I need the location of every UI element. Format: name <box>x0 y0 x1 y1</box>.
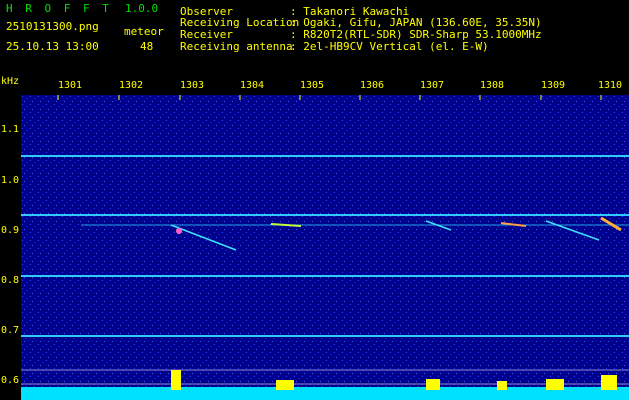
date-time: 25.10.13 13:00 <box>6 40 99 53</box>
x-tick-label: 1305 <box>300 80 325 91</box>
antenna-label: Receiving antenna <box>180 40 293 53</box>
app-title: H R O F F T <box>6 2 112 15</box>
x-tick-label: 1310 <box>598 80 623 91</box>
x-tick-label: 1308 <box>480 80 505 91</box>
signal-level-base <box>21 387 629 400</box>
spectrogram-plot <box>21 95 629 400</box>
y-tick-label: 1.0 <box>0 175 19 186</box>
spectrogram-graphic <box>21 95 629 400</box>
x-tick-label: 1306 <box>360 80 385 91</box>
y-tick-label: 0.6 <box>0 375 19 386</box>
x-tick-label: 1301 <box>58 80 83 91</box>
meteor-count: 48 <box>140 40 154 53</box>
noise-background <box>21 95 629 400</box>
meteor-label: meteor <box>124 25 164 38</box>
app-version: 1.0.0 <box>125 2 159 15</box>
file-name: 2510131300.png <box>6 20 99 33</box>
y-tick-label: 0.8 <box>0 275 19 286</box>
antenna-value: : 2el-HB9CV Vertical (el. E-W) <box>290 40 489 53</box>
y-tick-label: 0.9 <box>0 225 19 236</box>
y-tick-label: 0.7 <box>0 325 19 336</box>
x-tick-label: 1304 <box>240 80 265 91</box>
y-axis-unit: kHz <box>0 76 19 87</box>
y-tick-label: 1.1 <box>0 124 19 135</box>
x-tick-label: 1309 <box>541 80 566 91</box>
x-tick-label: 1303 <box>180 80 205 91</box>
x-tick-label: 1307 <box>420 80 445 91</box>
header-panel: H R O F F T 1.0.0 2510131300.png 25.10.1… <box>0 0 629 62</box>
x-tick-label: 1302 <box>119 80 144 91</box>
